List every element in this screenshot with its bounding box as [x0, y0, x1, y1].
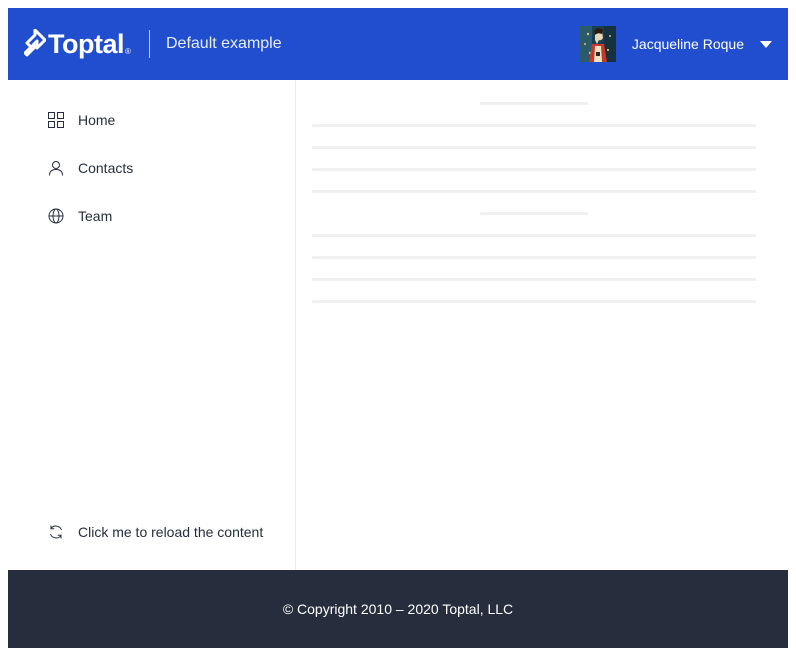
user-name: Jacqueline Roque — [631, 36, 744, 52]
skeleton-line — [312, 256, 756, 259]
skeleton-line — [480, 102, 588, 105]
skeleton-line — [312, 190, 756, 193]
sidebar-item-home[interactable]: Home — [48, 108, 115, 132]
logo-wordmark: Toptal — [48, 29, 124, 59]
sidebar-item-label: Contacts — [78, 160, 134, 176]
refresh-icon — [48, 524, 64, 540]
sidebar-item-label: Team — [78, 208, 113, 224]
sidebar-item-label: Home — [78, 112, 116, 128]
avatar-image-icon — [579, 26, 616, 62]
avatar — [579, 26, 616, 62]
skeleton-line — [312, 234, 756, 237]
toptal-logo[interactable]: Toptal ® — [24, 28, 131, 60]
app-frame: Toptal ® Default example Jacqueline Roqu… — [8, 8, 788, 648]
page-title: Default example — [166, 35, 282, 52]
reload-label: Click me to reload the content — [78, 524, 264, 540]
skeleton-line — [312, 124, 756, 127]
copyright-text: © Copyright 2010 – 2020 Toptal, LLC — [282, 601, 514, 617]
toptal-logo-mark-icon — [24, 29, 46, 57]
footer: © Copyright 2010 – 2020 Toptal, LLC — [8, 570, 788, 648]
grid-icon — [48, 112, 64, 128]
top-bar: Toptal ® Default example Jacqueline Roqu… — [8, 8, 788, 80]
skeleton-line — [480, 212, 588, 215]
skeleton-line — [312, 168, 756, 171]
person-icon — [48, 160, 64, 176]
skeleton-line — [312, 300, 756, 303]
header-divider — [149, 30, 150, 58]
main-content — [296, 80, 788, 570]
skeleton-line — [312, 278, 756, 281]
sidebar: Home Contacts Team Click me to reload th… — [8, 80, 296, 570]
sidebar-item-team[interactable]: Team — [48, 204, 112, 228]
skeleton-line — [312, 146, 756, 149]
sidebar-item-contacts[interactable]: Contacts — [48, 156, 133, 180]
user-menu[interactable]: Jacqueline Roque — [579, 8, 788, 80]
logo-registered-mark: ® — [124, 46, 131, 56]
globe-icon — [48, 208, 64, 224]
caret-down-icon[interactable] — [760, 40, 772, 48]
reload-content-button[interactable]: Click me to reload the content — [48, 520, 280, 544]
